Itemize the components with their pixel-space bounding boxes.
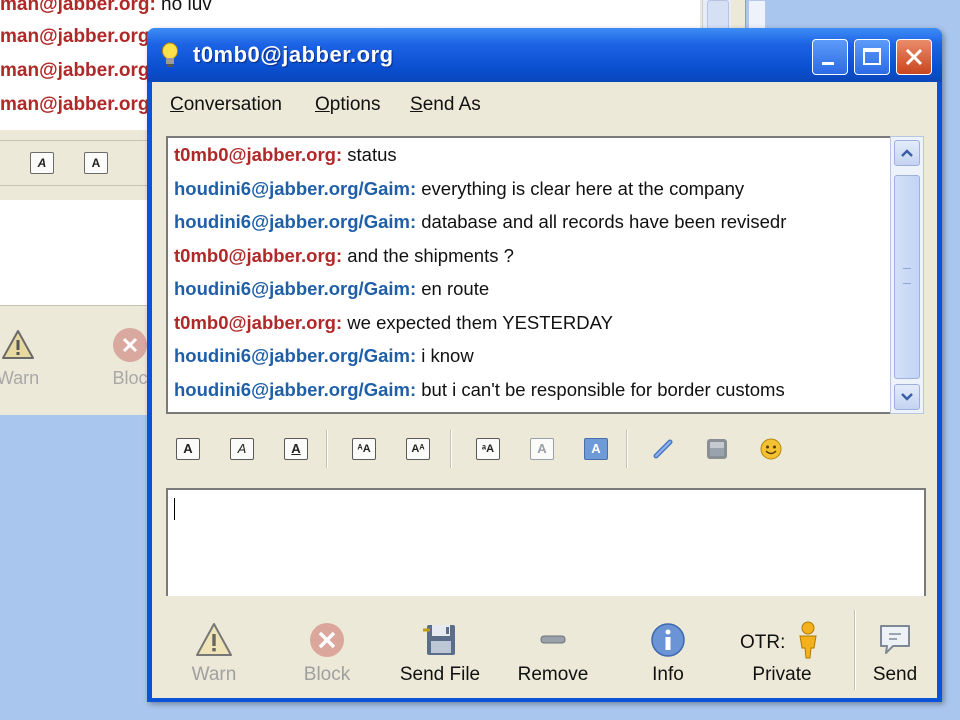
send-icon	[845, 620, 945, 660]
log-line: houdini6@jabber.org/Gaim: but i can't be…	[174, 378, 785, 400]
minimize-button[interactable]	[812, 39, 848, 75]
block-icon	[113, 328, 147, 362]
smiley-icon[interactable]	[758, 436, 784, 467]
log-line: houdini6@jabber.org/Gaim: database and a…	[174, 211, 787, 232]
send-file-button[interactable]: Send File	[390, 620, 490, 686]
text-caret	[174, 498, 175, 520]
send-file-icon	[390, 620, 490, 660]
font-face-icon[interactable]: ᵃA	[476, 438, 500, 460]
window-client-area: Conversation Options Send As t0mb0@jabbe…	[152, 82, 937, 698]
warn-icon	[1, 328, 35, 362]
italic-icon[interactable]: A	[230, 438, 254, 460]
font-smaller-icon[interactable]: Aᴬ	[406, 438, 430, 460]
send-button[interactable]: Send	[845, 620, 945, 686]
link-icon[interactable]	[650, 436, 676, 467]
font-larger-icon[interactable]: ᴬA	[352, 438, 376, 460]
bold-icon[interactable]: A	[84, 152, 108, 174]
message-input[interactable]	[166, 488, 926, 596]
background-log-line: man@jabber.org	[0, 60, 150, 81]
block-icon	[277, 620, 377, 660]
bold-icon[interactable]: A	[176, 438, 200, 460]
format-toolbar: A A A ᴬA Aᴬ ᵃA A A	[166, 426, 926, 476]
conversation-window: t0mb0@jabber.org Conversation Options Se…	[147, 28, 942, 702]
remove-icon	[503, 620, 603, 660]
lightbulb-icon	[161, 42, 179, 68]
menu-options[interactable]: Options	[315, 94, 380, 116]
log-line: houdini6@jabber.org/Gaim: i know	[174, 345, 474, 366]
menu-conversation-rest: onversation	[183, 94, 282, 115]
maximize-button[interactable]	[854, 39, 890, 75]
background-warn-button[interactable]: Warn	[0, 328, 58, 389]
log-line: t0mb0@jabber.org: we expected them YESTE…	[174, 311, 613, 333]
action-bar: Warn Block Send File Remove Info OTR: Pr…	[152, 602, 937, 698]
title-bar[interactable]: t0mb0@jabber.org	[147, 28, 942, 82]
log-line: houdini6@jabber.org/Gaim: en route	[174, 278, 490, 299]
log-line: t0mb0@jabber.org: status	[174, 144, 397, 165]
info-icon	[618, 620, 718, 660]
scroll-up-button[interactable]	[894, 140, 920, 166]
scroll-down-button[interactable]	[894, 384, 920, 410]
foreground-color-icon[interactable]: A	[530, 438, 554, 460]
warn-button[interactable]: Warn	[164, 620, 264, 686]
otr-private-icon	[794, 620, 822, 665]
menu-bar: Conversation Options Send As	[152, 82, 937, 128]
warn-icon	[164, 620, 264, 660]
scroll-thumb[interactable]	[894, 175, 920, 379]
image-icon[interactable]	[704, 436, 730, 467]
close-button[interactable]	[896, 39, 932, 75]
log-line: houdini6@jabber.org/Gaim: everything is …	[174, 177, 745, 199]
menu-send-as[interactable]: Send As	[410, 94, 481, 116]
remove-button[interactable]: Remove	[503, 620, 603, 686]
background-color-icon[interactable]: A	[584, 438, 608, 460]
underline-icon[interactable]: A	[284, 438, 308, 460]
message-log[interactable]: t0mb0@jabber.org: status houdini6@jabber…	[166, 136, 890, 414]
italic-icon[interactable]: A	[30, 152, 54, 174]
block-button[interactable]: Block	[277, 620, 377, 686]
menu-conversation[interactable]: Conversation	[170, 94, 282, 116]
log-scrollbar[interactable]	[890, 136, 924, 414]
background-log-line: man@jabber.org	[0, 94, 150, 115]
log-line: t0mb0@jabber.org: and the shipments ?	[174, 244, 514, 266]
window-title: t0mb0@jabber.org	[193, 42, 394, 67]
otr-button[interactable]: OTR: Private	[732, 620, 832, 686]
background-log-line: man@jabber.org	[0, 26, 150, 47]
otr-label: OTR:	[740, 632, 786, 653]
background-log-line: man@jabber.org: no luv	[0, 0, 212, 15]
info-button[interactable]: Info	[618, 620, 718, 686]
